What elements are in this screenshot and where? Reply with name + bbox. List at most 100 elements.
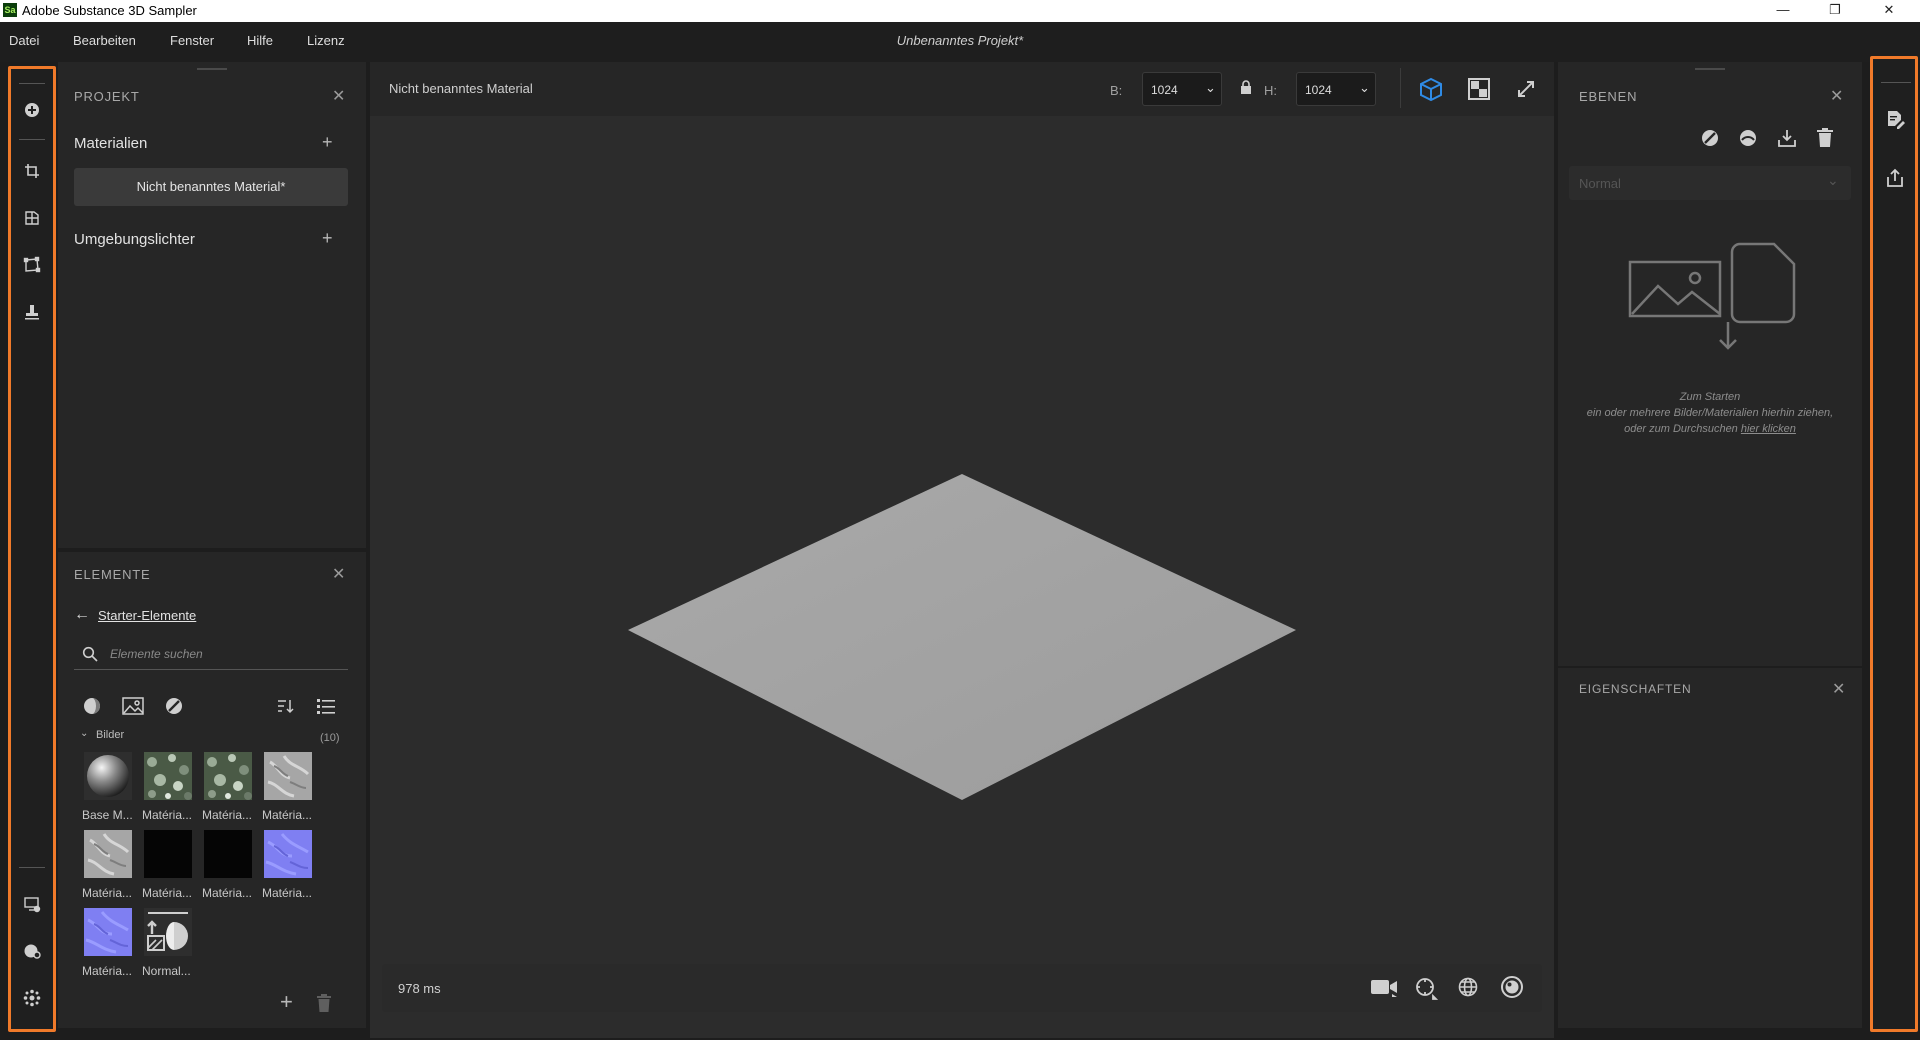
element-thumbnail-image [264, 752, 312, 800]
search-input[interactable]: Elemente suchen [110, 647, 203, 661]
3d-view-icon[interactable] [1418, 76, 1444, 107]
project-panel: PROJEKT ✕ Materialien + Nicht benanntes … [58, 62, 366, 548]
environment-icon[interactable] [20, 939, 44, 963]
hint-line-2: oder zum Durchsuchen hier klicken [1558, 423, 1862, 435]
camera-icon[interactable] [1370, 976, 1398, 1003]
transform-icon[interactable] [20, 253, 44, 277]
restore-button[interactable]: ❐ [1812, 0, 1858, 22]
edit-properties-icon[interactable] [1883, 108, 1907, 132]
element-thumbnail-label: Matéria... [202, 886, 253, 900]
close-window-button[interactable]: ✕ [1866, 0, 1912, 22]
element-thumbnail[interactable]: Base M... [80, 752, 138, 826]
element-thumbnail-label: Matéria... [82, 886, 133, 900]
left-toolbar [8, 66, 56, 1032]
add-material-layer-icon[interactable] [1738, 128, 1758, 153]
element-thumbnail[interactable]: Matéria... [80, 908, 138, 982]
chevron-down-icon[interactable]: ⌄ [80, 728, 88, 739]
close-icon[interactable]: ✕ [332, 564, 345, 584]
close-icon[interactable]: ✕ [1830, 86, 1843, 106]
add-light-button[interactable]: + [322, 228, 333, 249]
element-thumbnail[interactable]: Matéria... [200, 752, 258, 826]
blend-mode-select[interactable]: Normal ⌄ [1569, 166, 1851, 200]
window-title: Adobe Substance 3D Sampler [22, 3, 197, 18]
hint-line-1: ein oder mehrere Bilder/Materialien hier… [1586, 407, 1834, 419]
trash-icon[interactable] [316, 994, 332, 1017]
group-count: (10) [320, 732, 340, 744]
fullscreen-icon[interactable] [1516, 79, 1536, 104]
element-thumbnail-image [144, 752, 192, 800]
starter-elements-link[interactable]: Starter-Elemente [98, 608, 196, 623]
search-field[interactable]: Elemente suchen [74, 638, 348, 670]
list-view-icon[interactable] [316, 697, 336, 720]
element-thumbnail[interactable]: Normal... [140, 908, 198, 982]
filters-filter-icon[interactable] [164, 696, 184, 721]
elements-panel: ELEMENTE ✕ ← Starter-Elemente Elemente s… [58, 552, 366, 1028]
element-thumbnail[interactable]: Matéria... [140, 752, 198, 826]
plugins-icon[interactable] [20, 986, 44, 1010]
add-filter-icon[interactable] [1700, 128, 1720, 153]
element-thumbnail[interactable]: Matéria... [260, 830, 318, 904]
material-name: Nicht benanntes Material [389, 81, 533, 96]
browse-link[interactable]: hier klicken [1741, 423, 1796, 435]
element-thumbnail[interactable]: Matéria... [260, 752, 318, 826]
material-list-item[interactable]: Nicht benanntes Material* [74, 168, 348, 206]
header-divider [1400, 68, 1401, 108]
sort-icon[interactable] [276, 697, 294, 720]
element-thumbnail-image [84, 908, 132, 956]
stamp-icon[interactable] [20, 300, 44, 324]
project-title: Unbenanntes Projekt* [896, 33, 1024, 48]
element-thumbnail-label: Matéria... [142, 886, 193, 900]
blend-mode-value: Normal [1579, 176, 1621, 191]
element-thumbnail-image [144, 830, 192, 878]
height-select[interactable]: 1024 ⌄ [1296, 72, 1376, 106]
width-select[interactable]: 1024 ⌄ [1142, 72, 1222, 106]
materials-filter-icon[interactable] [82, 696, 102, 721]
3d-plane[interactable] [370, 116, 1554, 976]
element-thumbnail[interactable]: Matéria... [200, 830, 258, 904]
export-icon[interactable] [1883, 166, 1907, 190]
grid-sphere-icon[interactable] [1457, 976, 1481, 1005]
viewport-header: Nicht benanntes Material B: 1024 ⌄ H: 10… [370, 62, 1554, 116]
display-settings-icon[interactable] [20, 892, 44, 916]
element-thumbnail-label: Matéria... [202, 808, 253, 822]
images-filter-icon[interactable] [122, 697, 144, 720]
minimize-button[interactable]: — [1760, 0, 1806, 22]
width-label: B: [1110, 83, 1123, 98]
chevron-down-icon: ⌄ [1827, 172, 1839, 188]
toolbar-divider [19, 139, 45, 140]
close-icon[interactable]: ✕ [332, 86, 345, 106]
height-label: H: [1264, 83, 1277, 98]
element-thumbnail-image [204, 830, 252, 878]
element-thumbnail[interactable]: Matéria... [140, 830, 198, 904]
app-logo: Sa [3, 3, 17, 17]
element-thumbnail[interactable]: Matéria... [80, 830, 138, 904]
layers-panel: EBENEN ✕ Normal ⌄ Zum Starten ein oder m… [1558, 62, 1862, 666]
2d-view-icon[interactable] [1468, 78, 1490, 105]
elements-panel-title: ELEMENTE [74, 567, 151, 582]
drag-handle[interactable] [1695, 68, 1725, 70]
element-thumbnail-image [84, 830, 132, 878]
light-icon[interactable] [1414, 976, 1439, 1005]
properties-panel: EIGENSCHAFTEN ✕ [1558, 668, 1862, 1028]
add-element-button[interactable]: + [280, 989, 293, 1015]
viewport[interactable]: Nicht benanntes Material B: 1024 ⌄ H: 10… [370, 62, 1554, 1038]
crop-icon[interactable] [20, 159, 44, 183]
search-icon [82, 646, 98, 662]
lock-icon[interactable] [1240, 80, 1252, 99]
add-icon[interactable] [20, 98, 44, 122]
material-sphere-icon[interactable] [1500, 975, 1524, 1004]
project-panel-title: PROJEKT [74, 89, 140, 104]
element-thumbnail-label: Matéria... [262, 886, 313, 900]
drag-handle[interactable] [197, 68, 227, 70]
close-icon[interactable]: ✕ [1832, 679, 1845, 699]
element-thumbnail-image [84, 752, 132, 800]
group-label: Bilder [96, 729, 125, 741]
element-thumbnail-label: Matéria... [142, 808, 193, 822]
add-material-button[interactable]: + [322, 132, 333, 153]
element-thumbnail-label: Normal... [142, 964, 191, 978]
back-arrow-icon[interactable]: ← [74, 606, 90, 624]
lights-heading: Umgebungslichter [74, 231, 195, 248]
delete-layer-icon[interactable] [1816, 128, 1834, 153]
import-icon[interactable] [1777, 128, 1797, 153]
tiling-icon[interactable] [20, 206, 44, 230]
